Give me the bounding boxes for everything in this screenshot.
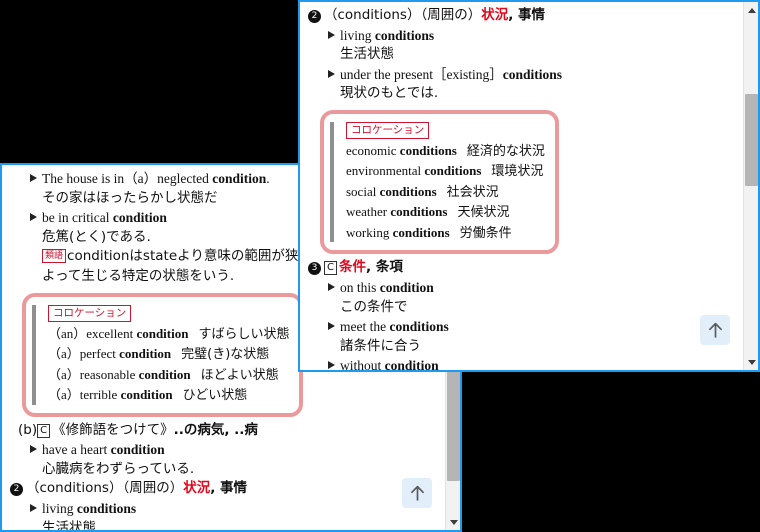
sense-gloss-primary: 状況 xyxy=(481,7,509,23)
scrollbar-up-arrow[interactable] xyxy=(744,3,758,17)
scrollbar-down-arrow[interactable] xyxy=(446,515,460,529)
sense-gloss-rest: , 条項 xyxy=(365,259,403,276)
collocation-title: コロケーション xyxy=(346,121,430,139)
collocation-row: weather conditions 天候状況 xyxy=(346,202,545,223)
collocation-ja: 完璧(き)な状態 xyxy=(181,347,270,363)
sense-gloss-rest: , 事情 xyxy=(508,7,546,23)
collocation-ja: ひどい状態 xyxy=(182,388,248,404)
collocation-row: （a）reasonable condition ほどよい状態 xyxy=(48,365,289,386)
subsense-paren: 《修飾語をつけて》 xyxy=(52,421,174,438)
example-text: have a heart condition xyxy=(42,442,165,458)
translation-line: この条件で xyxy=(340,298,408,315)
subsense-gloss: ..の病気, ..病 xyxy=(173,421,258,438)
collocation-spine xyxy=(330,121,334,243)
collocation-row: social conditions 社会状況 xyxy=(346,182,545,203)
front-panel-content: 2 （conditions）（周囲の）状況, 事情 living condition… xyxy=(300,2,743,370)
triangle-bullet-icon xyxy=(30,445,37,454)
sense-header: 2 （conditions）（周囲の）状況, 事情 xyxy=(10,479,439,499)
triangle-bullet-icon xyxy=(328,30,335,39)
collocation-ja: すばらしい状態 xyxy=(198,326,290,342)
sense-gloss-rest: , 事情 xyxy=(210,480,248,497)
front-panel-viewport: 2 （conditions）（周囲の）状況, 事情 living condition… xyxy=(300,2,743,370)
countable-badge: C xyxy=(37,423,51,438)
triangle-bullet-icon xyxy=(328,283,335,292)
collocation-ja: 経済的な状況 xyxy=(466,143,545,159)
collocation-en: （a）reasonable condition xyxy=(48,366,191,382)
example-text: without condition xyxy=(340,358,439,370)
triangle-bullet-icon xyxy=(328,361,335,370)
collocation-body: コロケーション （an）excellent condition すばらしい状態 （a）… xyxy=(32,303,289,406)
sense-paren: （conditions）（周囲の） xyxy=(324,7,482,23)
collocation-ja: 労働条件 xyxy=(459,225,512,241)
example-text: on this condition xyxy=(340,280,434,296)
subsense-header: (b) C 《修飾語をつけて》..の病気, ..病 xyxy=(10,421,439,441)
collocation-spine xyxy=(32,304,36,405)
example-text: living conditions xyxy=(42,500,137,516)
triangle-bullet-icon xyxy=(30,503,37,512)
collocation-en: environmental conditions xyxy=(346,163,482,179)
scroll-to-top-button[interactable] xyxy=(402,478,432,508)
collocation-ja: 環境状況 xyxy=(491,164,544,180)
example-text: be in critical condition xyxy=(42,210,167,226)
collocation-body: コロケーション economic conditions 経済的な状況 environm… xyxy=(330,120,545,244)
example-line: have a heart condition xyxy=(10,440,439,460)
scroll-to-top-button[interactable] xyxy=(700,315,730,345)
example-line: on this condition xyxy=(308,278,737,298)
collocation-card: コロケーション （an）excellent condition すばらしい状態 （a）… xyxy=(22,292,304,417)
collocation-row: environmental conditions 環境状況 xyxy=(346,161,545,182)
collocation-ja: ほどよい状態 xyxy=(200,367,279,383)
collocation-en: （a）perfect condition xyxy=(48,346,172,362)
example-line: living conditions xyxy=(10,499,439,519)
collocation-en: working conditions xyxy=(346,224,450,240)
sense-gloss-primary: 状況 xyxy=(183,480,211,497)
scroll-up-arrow-icon xyxy=(708,322,722,338)
collocation-en: social conditions xyxy=(346,183,437,199)
example-line: living conditions xyxy=(308,26,737,46)
triangle-bullet-icon xyxy=(30,213,37,222)
sense-header: 2 （conditions）（周囲の）状況, 事情 xyxy=(308,6,737,26)
collocation-title: コロケーション xyxy=(48,304,132,322)
triangle-bullet-icon xyxy=(328,69,335,78)
subsense-label: (b) xyxy=(18,421,38,438)
translation-line: 諸条件に合う xyxy=(340,337,421,354)
collocation-ja: 社会状況 xyxy=(446,184,499,200)
collocation-en: economic conditions xyxy=(346,142,457,158)
example-line: without condition xyxy=(308,356,737,370)
dictionary-entry-panel-front[interactable]: 2 （conditions）（周囲の）状況, 事情 living condition… xyxy=(298,0,760,372)
example-line: under the present［existing］conditions xyxy=(308,65,737,85)
translation-line: 生活状態 xyxy=(340,46,394,63)
collocation-en: （an）excellent condition xyxy=(48,325,189,341)
sense-paren: （conditions）（周囲の） xyxy=(26,480,184,497)
collocation-row: （a）terrible condition ひどい状態 xyxy=(48,385,289,406)
collocation-row: （a）perfect condition 完璧(き)な状態 xyxy=(48,344,289,365)
translation-line: 現状のもとでは. xyxy=(340,85,439,102)
example-text: under the present［existing］conditions xyxy=(340,66,562,82)
collocation-en: weather conditions xyxy=(346,204,448,220)
scroll-up-arrow-icon xyxy=(410,485,424,501)
translation-line: 心臓病をわずらっている. xyxy=(42,460,195,477)
translation-line: 生活状態 xyxy=(42,519,96,530)
collocation-row: working conditions 労働条件 xyxy=(346,223,545,244)
sense-number: 2 xyxy=(308,10,321,23)
collocation-ja: 天候状況 xyxy=(457,205,510,221)
example-text: living conditions xyxy=(340,27,435,43)
sense-header: 3 C 条件, 条項 xyxy=(308,258,737,278)
countable-badge: C xyxy=(324,261,337,276)
collocation-row: （an）excellent condition すばらしい状態 xyxy=(48,324,289,345)
example-text: meet the conditions xyxy=(340,319,449,335)
sense-number: 3 xyxy=(308,262,321,276)
sense-gloss-primary: 条件 xyxy=(338,259,366,276)
collocation-row: economic conditions 経済的な状況 xyxy=(346,141,545,162)
ruigo-badge: 類語 xyxy=(42,249,67,264)
example-line: meet the conditions xyxy=(308,317,737,337)
triangle-bullet-icon xyxy=(328,322,335,331)
scrollbar-thumb[interactable] xyxy=(745,94,758,186)
triangle-bullet-icon xyxy=(30,174,37,182)
scrollbar-down-arrow[interactable] xyxy=(744,355,758,369)
sense-number: 2 xyxy=(10,483,23,497)
collocation-card: コロケーション economic conditions 経済的な状況 environm… xyxy=(320,109,559,255)
front-panel-scrollbar[interactable] xyxy=(743,2,758,370)
collocation-en: （a）terrible condition xyxy=(48,387,173,403)
example-text: The house is in（a）neglected condition. xyxy=(42,171,270,186)
